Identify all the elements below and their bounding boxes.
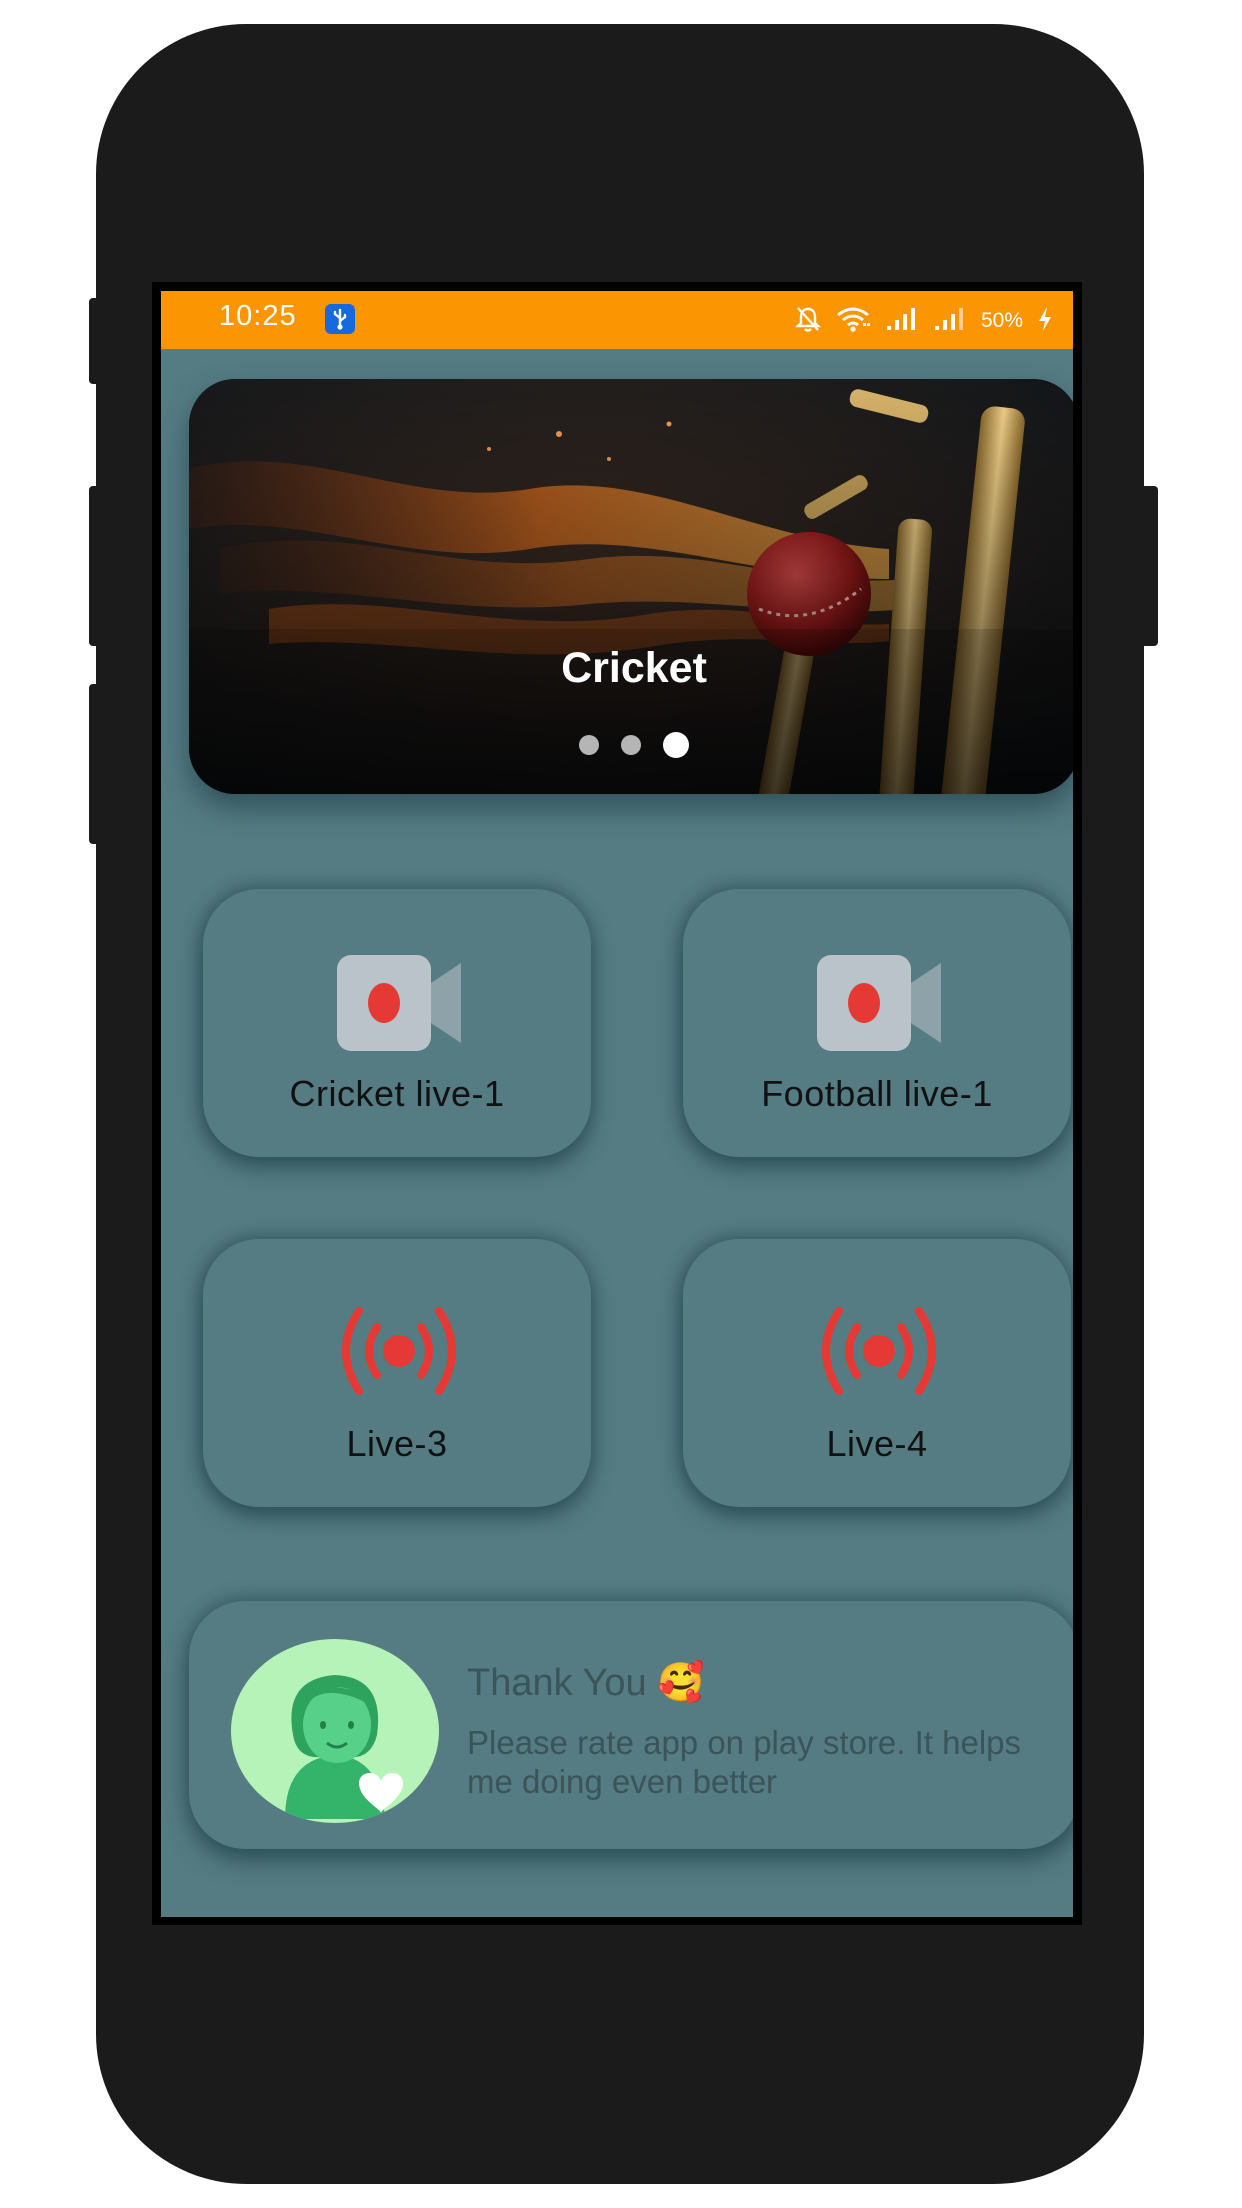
card-label: Cricket live-1: [289, 1073, 505, 1114]
phone-side-button: [89, 684, 101, 844]
status-bar: 10:25 50%: [161, 291, 1073, 349]
card-live-3[interactable]: Live-3: [203, 1239, 591, 1507]
card-football-live-1[interactable]: Football live-1: [683, 889, 1071, 1157]
rate-app-card[interactable]: Thank You 🥰 Please rate app on play stor…: [189, 1601, 1073, 1849]
card-label: Live-3: [346, 1423, 448, 1464]
rate-title: Thank You 🥰: [467, 1662, 705, 1704]
app-screen: 10:25 50% Cricket Cricket live-1 Footbal…: [161, 291, 1073, 1917]
phone-side-button: [89, 486, 101, 646]
card-live-4[interactable]: Live-4: [683, 1239, 1071, 1507]
live-broadcast-icon: [342, 1307, 456, 1395]
signal-icon: [885, 306, 919, 337]
video-camera-icon: [337, 955, 461, 1051]
card-label: Live-4: [826, 1423, 928, 1464]
status-time: 10:25: [219, 300, 297, 332]
card-cricket-live-1[interactable]: Cricket live-1: [203, 889, 591, 1157]
rate-subtitle: Please rate app on play store. It helps …: [467, 1724, 1022, 1800]
phone-side-button: [1140, 486, 1158, 646]
girl-with-heart-icon: [285, 1675, 403, 1819]
carousel-dot[interactable]: [621, 735, 641, 755]
wifi-icon: [835, 305, 871, 338]
carousel-indicator[interactable]: [189, 732, 1073, 758]
banner-title: Cricket: [561, 644, 707, 692]
live-broadcast-icon: [822, 1307, 936, 1395]
phone-side-button: [89, 298, 101, 384]
signal-icon: [933, 306, 967, 337]
card-label: Football live-1: [761, 1073, 993, 1114]
banner-carousel[interactable]: Cricket: [189, 379, 1073, 794]
usb-debug-icon: [325, 304, 355, 334]
video-camera-icon: [817, 955, 941, 1051]
charging-icon: [1037, 306, 1053, 337]
avatar: [231, 1639, 439, 1823]
carousel-dot-active[interactable]: [663, 732, 689, 758]
carousel-dot[interactable]: [579, 735, 599, 755]
mute-bell-icon: [795, 305, 821, 338]
battery-percent: 50%: [980, 309, 1023, 332]
